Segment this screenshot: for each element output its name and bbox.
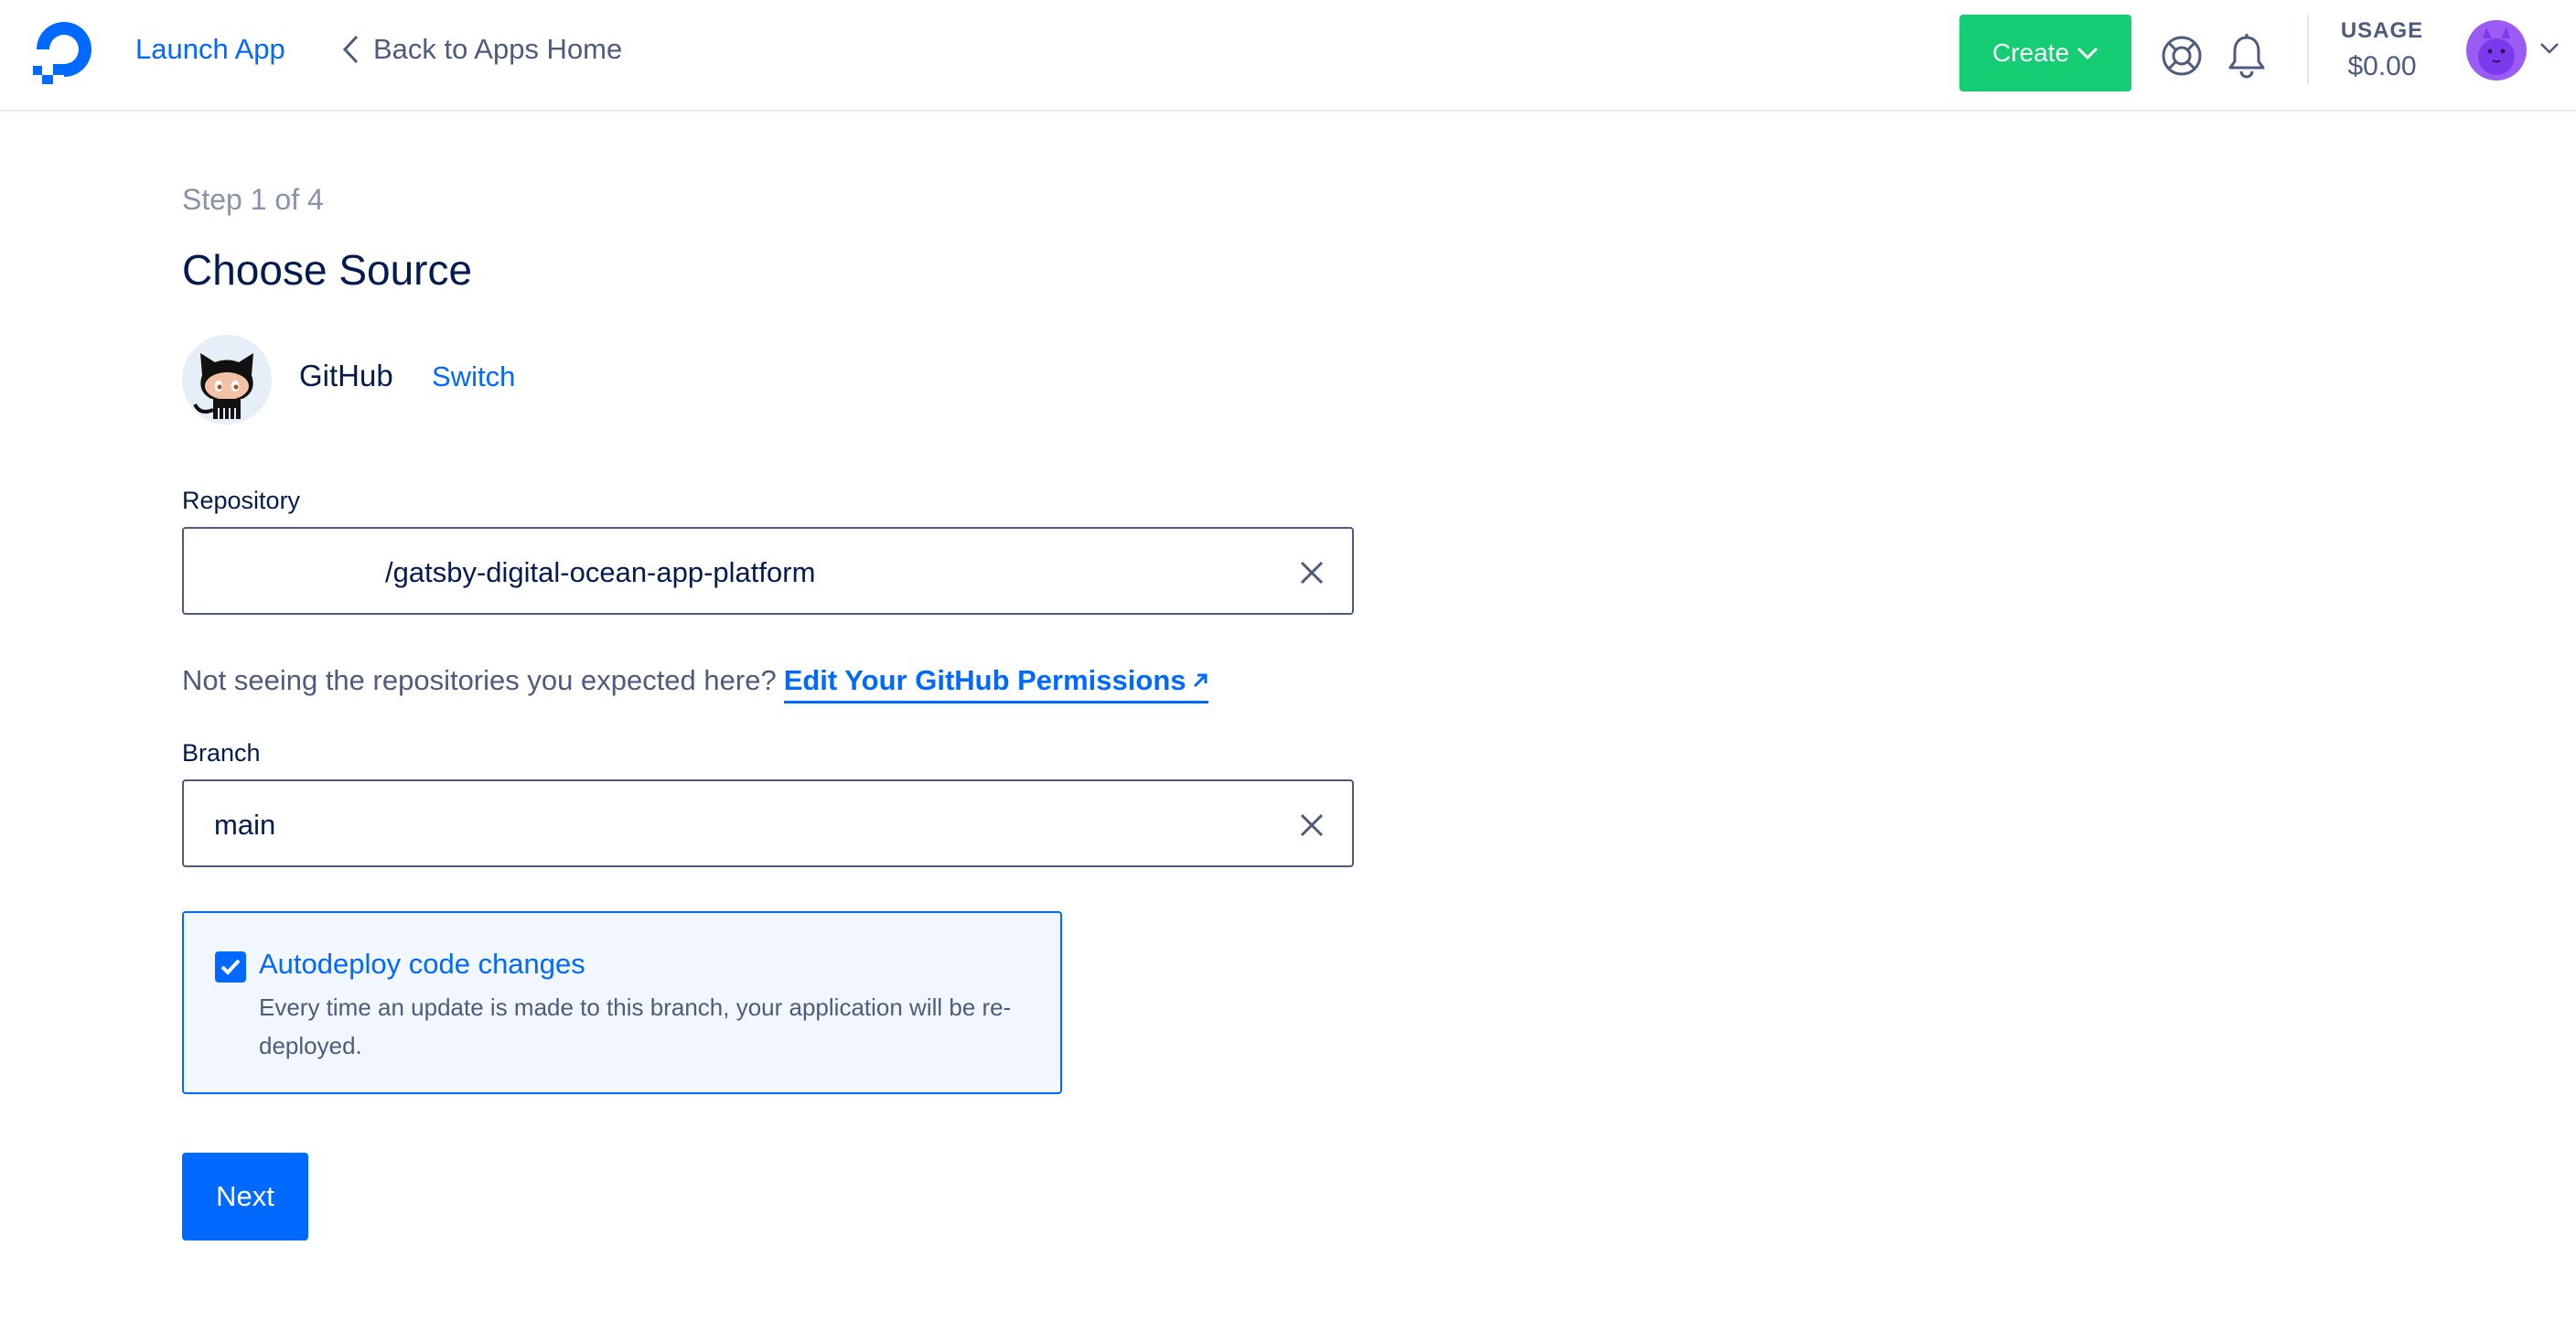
back-to-apps-link[interactable]: Back to Apps Home (340, 33, 622, 66)
next-button[interactable]: Next (182, 1153, 308, 1240)
step-indicator: Step 1 of 4 (182, 183, 324, 216)
branch-value: main (214, 809, 276, 841)
external-link-icon (1193, 673, 1207, 688)
github-octocat-icon (182, 335, 272, 424)
back-chevron-icon (342, 35, 359, 64)
usage-value: $0.00 (2347, 51, 2417, 81)
top-header: Launch App Back to Apps Home Create USAG… (0, 0, 2576, 112)
create-button-label: Create (1991, 38, 2070, 67)
edit-github-permissions-link[interactable]: Edit Your GitHub Permissions (783, 664, 1208, 703)
clear-repository-icon[interactable] (1299, 560, 1325, 585)
help-lifebuoy-icon[interactable] (2161, 35, 2203, 77)
autodeploy-option[interactable]: Autodeploy code changes Every time an up… (182, 911, 1062, 1094)
digitalocean-logo-icon[interactable] (27, 15, 101, 88)
branch-select[interactable]: main (182, 779, 1354, 867)
repository-label: Repository (182, 487, 301, 514)
header-divider (2307, 15, 2309, 84)
clear-branch-icon[interactable] (1299, 812, 1325, 838)
edit-github-permissions-label: Edit Your GitHub Permissions (783, 664, 1186, 696)
create-button[interactable]: Create (1959, 15, 2131, 91)
account-menu-chevron-icon[interactable] (2539, 42, 2560, 55)
notification-bell-icon[interactable] (2227, 33, 2267, 79)
checkmark-icon (220, 959, 241, 975)
user-avatar-icon[interactable] (2466, 20, 2527, 81)
repository-select[interactable]: /gatsby-digital-ocean-app-platform (182, 527, 1354, 615)
back-link-label: Back to Apps Home (373, 33, 623, 65)
autodeploy-description: Every time an update is made to this bra… (259, 993, 1012, 1059)
chevron-down-icon (2077, 47, 2098, 60)
provider-name: GitHub (299, 359, 393, 392)
switch-provider-link[interactable]: Switch (432, 360, 515, 393)
usage-display[interactable]: USAGE $0.00 (2338, 18, 2426, 82)
launch-app-title[interactable]: Launch App (135, 33, 285, 66)
usage-label: USAGE (2340, 18, 2424, 43)
permissions-hint-text: Not seeing the repositories you expected… (182, 664, 777, 696)
page-title: Choose Source (182, 246, 473, 294)
repository-value: /gatsby-digital-ocean-app-platform (385, 556, 816, 588)
autodeploy-checkbox[interactable] (215, 951, 246, 983)
permissions-hint: Not seeing the repositories you expected… (182, 664, 1208, 703)
branch-label: Branch (182, 739, 261, 767)
autodeploy-title: Autodeploy code changes (259, 948, 585, 980)
